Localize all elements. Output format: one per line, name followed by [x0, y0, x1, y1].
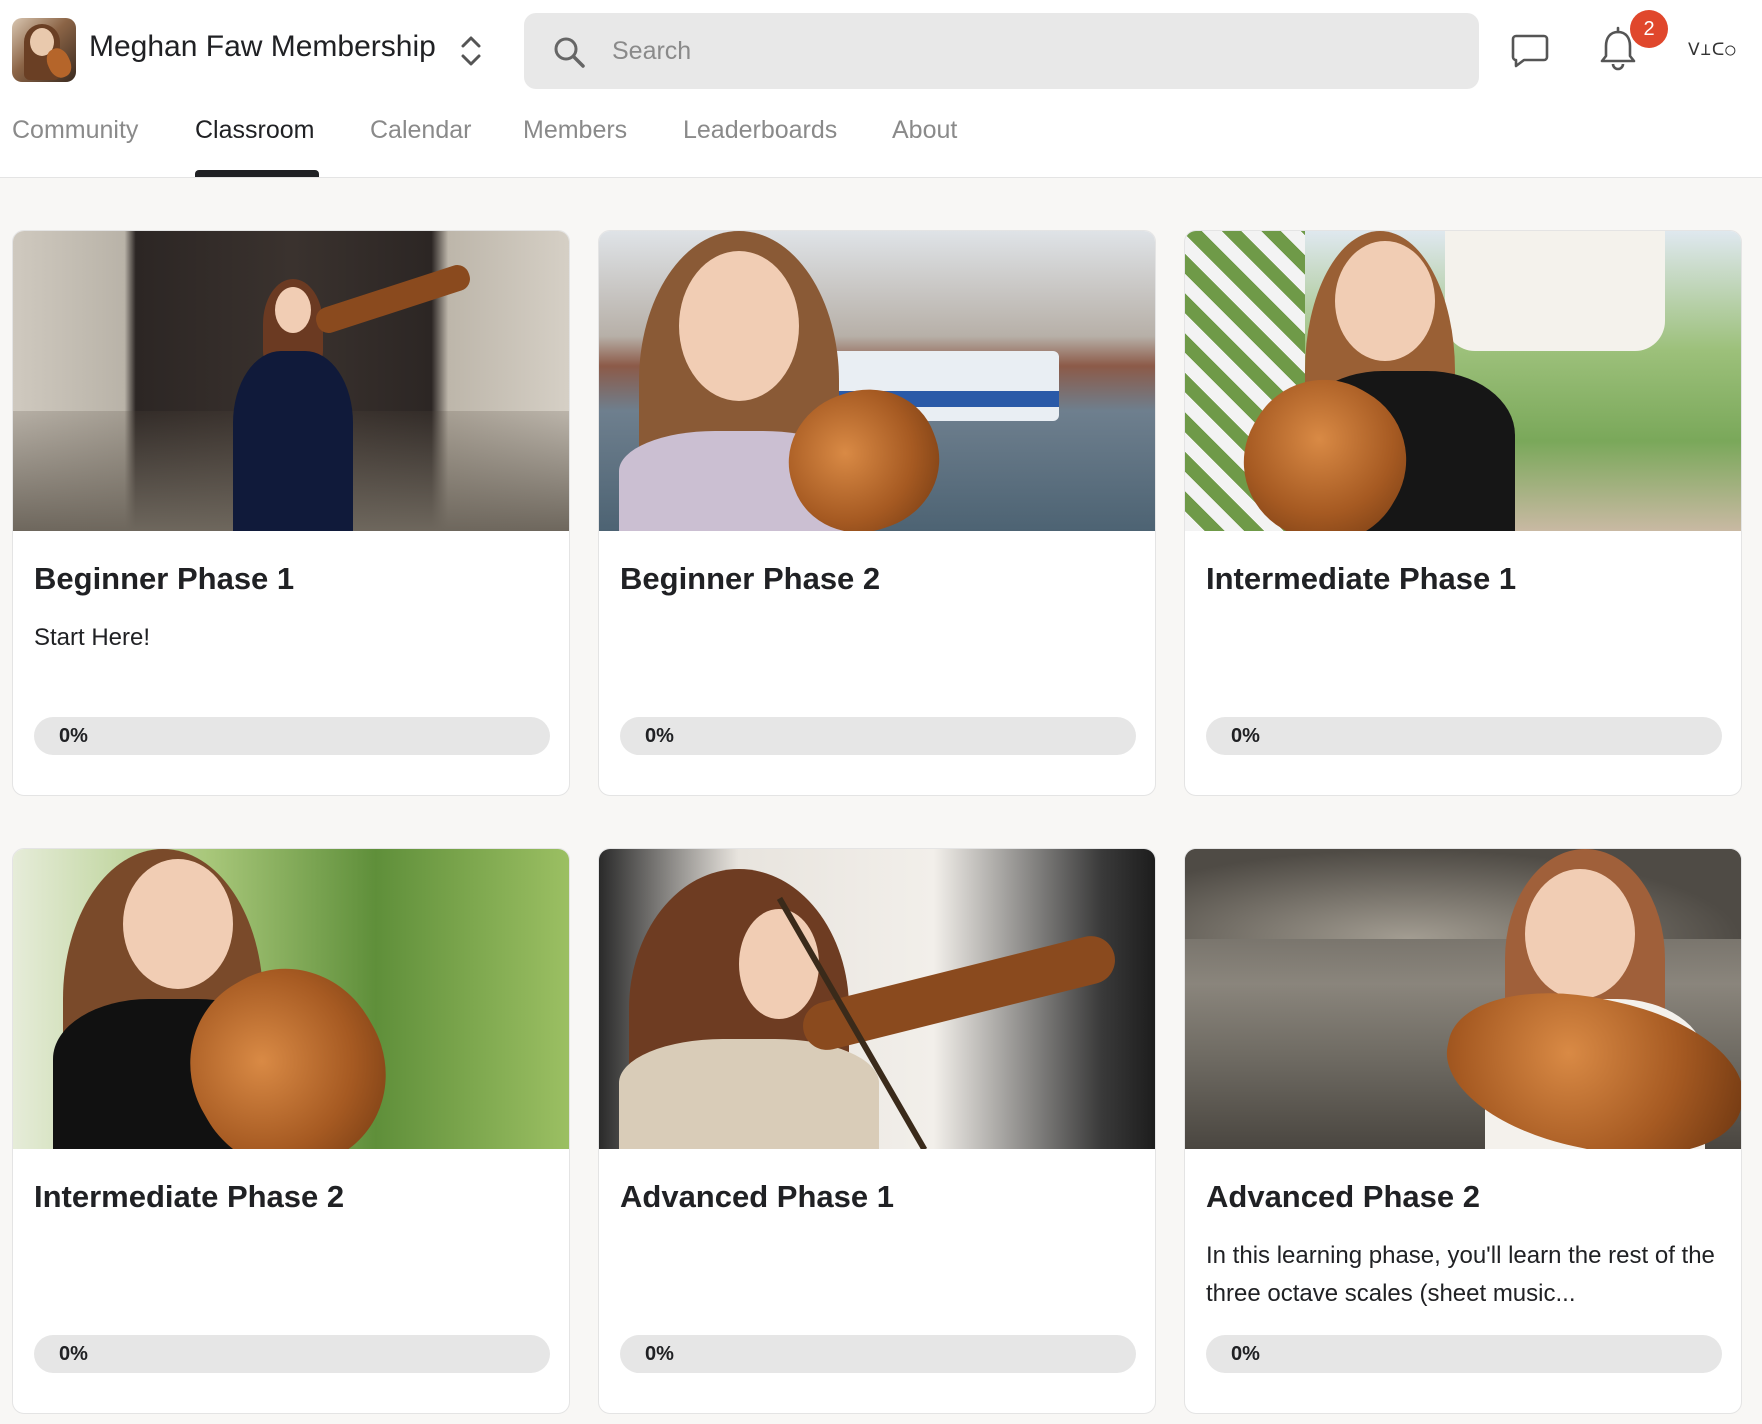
- top-header: Meghan Faw Membership 2 ᐯ⊥ᑕ○: [0, 0, 1762, 178]
- course-title: Intermediate Phase 2: [34, 1179, 345, 1214]
- course-title: Advanced Phase 1: [620, 1179, 894, 1214]
- course-cover-image: [13, 231, 569, 531]
- tab-leaderboards[interactable]: Leaderboards: [683, 116, 837, 145]
- course-card[interactable]: Intermediate Phase 1 0%: [1184, 230, 1742, 796]
- progress-label: 0%: [59, 1343, 88, 1365]
- course-cover-image: [599, 231, 1155, 531]
- progress-label: 0%: [645, 1343, 674, 1365]
- course-progress-bar: 0%: [620, 1335, 1136, 1373]
- progress-label: 0%: [645, 725, 674, 747]
- chat-icon[interactable]: [1510, 32, 1550, 75]
- search-bar[interactable]: [524, 13, 1479, 89]
- course-progress-bar: 0%: [34, 717, 550, 755]
- course-cover-image: [13, 849, 569, 1149]
- avatar-text: ᐯ⊥ᑕ○: [1688, 40, 1737, 60]
- tab-classroom[interactable]: Classroom: [195, 116, 314, 145]
- course-title: Beginner Phase 1: [34, 561, 295, 596]
- tab-community[interactable]: Community: [12, 116, 138, 145]
- course-description: Start Here!: [34, 624, 151, 651]
- progress-label: 0%: [1231, 725, 1260, 747]
- course-cover-image: [599, 849, 1155, 1149]
- avatar[interactable]: ᐯ⊥ᑕ○: [1686, 36, 1736, 66]
- chevron-up-down-icon[interactable]: [456, 32, 486, 70]
- tab-calendar[interactable]: Calendar: [370, 116, 471, 145]
- active-tab-indicator: [195, 170, 319, 177]
- course-cover-image: [1185, 231, 1741, 531]
- course-title: Advanced Phase 2: [1206, 1179, 1480, 1214]
- group-name[interactable]: Meghan Faw Membership: [89, 30, 436, 64]
- course-cover-image: [1185, 849, 1741, 1149]
- course-description: In this learning phase, you'll learn the…: [1206, 1242, 1715, 1307]
- search-icon: [552, 35, 586, 74]
- course-title: Beginner Phase 2: [620, 561, 881, 596]
- progress-label: 0%: [59, 725, 88, 747]
- course-progress-bar: 0%: [1206, 1335, 1722, 1373]
- course-card[interactable]: Advanced Phase 1 0%: [598, 848, 1156, 1414]
- group-logo[interactable]: [12, 18, 76, 82]
- course-card[interactable]: Intermediate Phase 2 0%: [12, 848, 570, 1414]
- tab-about[interactable]: About: [892, 116, 957, 145]
- notification-count-badge[interactable]: 2: [1630, 10, 1668, 48]
- course-card[interactable]: Beginner Phase 2 0%: [598, 230, 1156, 796]
- course-progress-bar: 0%: [1206, 717, 1722, 755]
- course-progress-bar: 0%: [34, 1335, 550, 1373]
- course-card[interactable]: Beginner Phase 1 Start Here! 0%: [12, 230, 570, 796]
- progress-label: 0%: [1231, 1343, 1260, 1365]
- course-card[interactable]: Advanced Phase 2 In this learning phase,…: [1184, 848, 1742, 1414]
- search-input[interactable]: [612, 13, 1452, 89]
- course-progress-bar: 0%: [620, 717, 1136, 755]
- course-title: Intermediate Phase 1: [1206, 561, 1517, 596]
- tab-members[interactable]: Members: [523, 116, 627, 145]
